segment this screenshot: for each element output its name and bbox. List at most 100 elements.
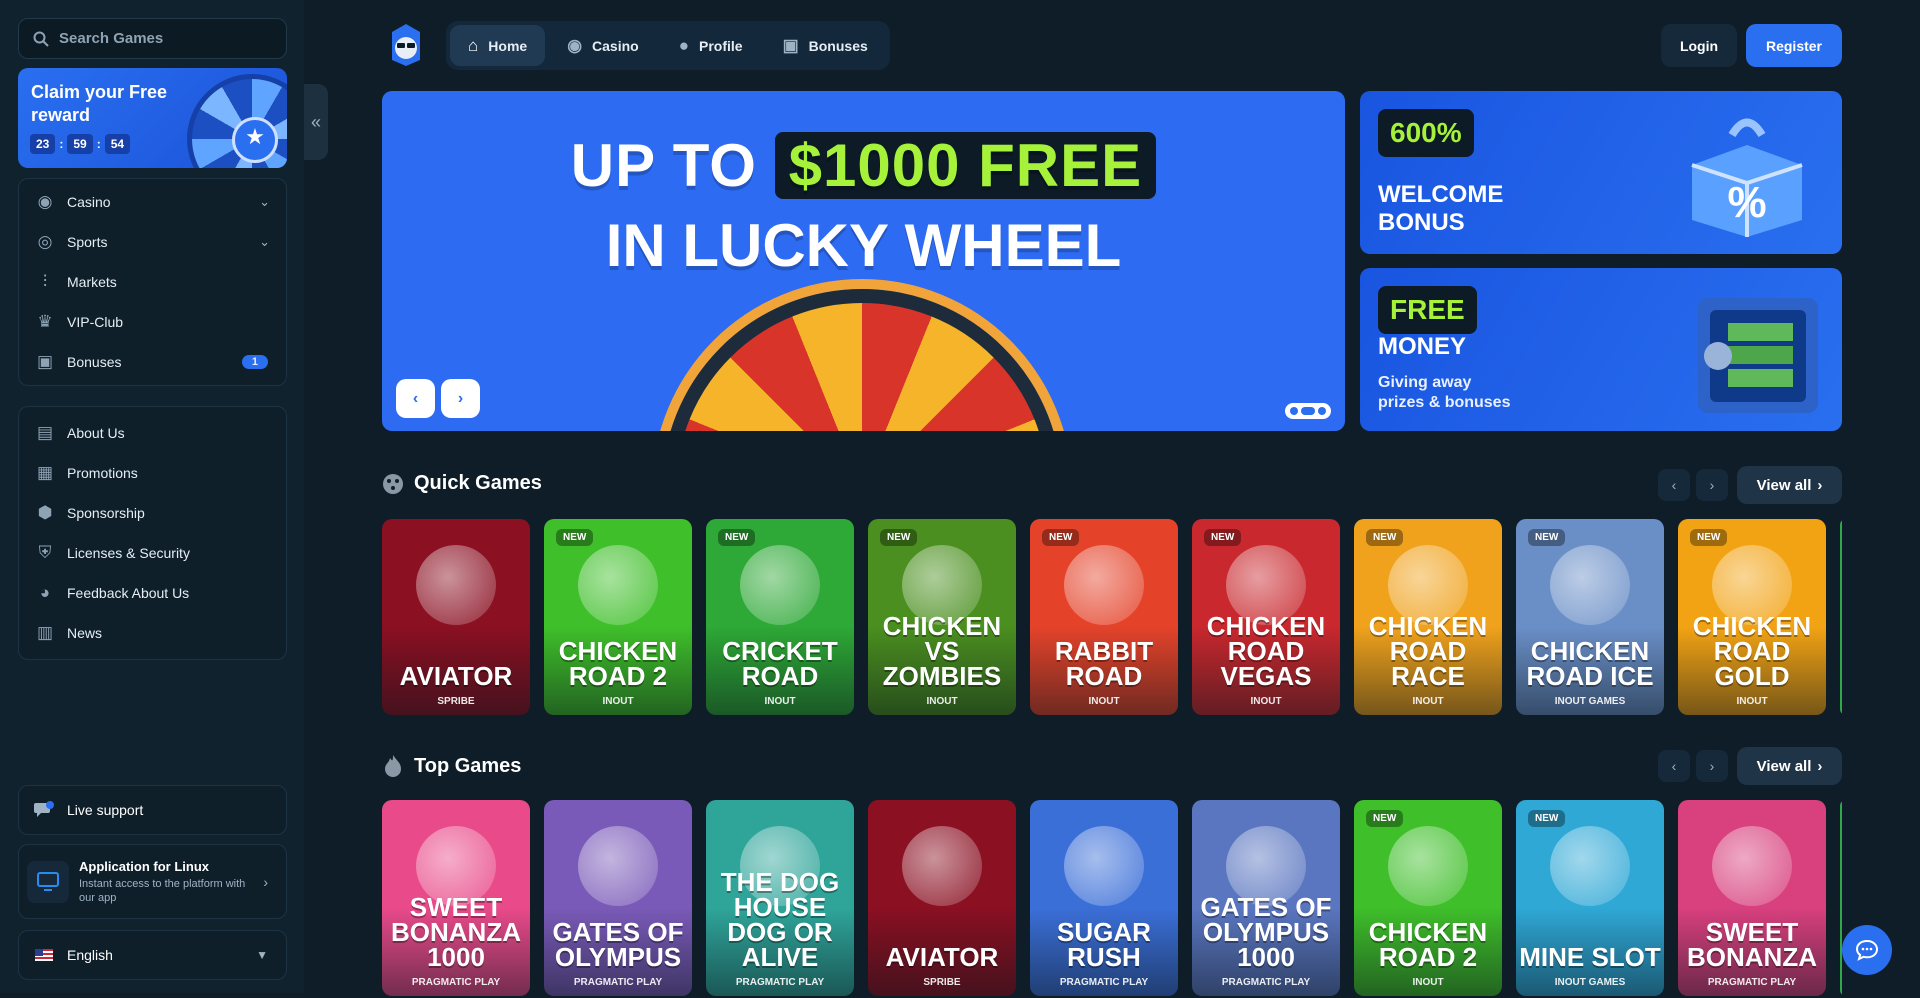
game-name: Chicken Road 2 (558, 636, 678, 691)
timer-minutes: 59 (67, 134, 93, 154)
gift-icon: ▣ (36, 352, 54, 371)
view-all-label: View all (1756, 476, 1812, 494)
gift-icon: ▣ (782, 35, 799, 55)
game-card[interactable]: Gates of Olympus PRAGMATIC PLAY (544, 800, 692, 996)
collapse-sidebar-button[interactable]: « (304, 84, 328, 160)
sidebar-item-markets[interactable]: ⫶ Markets (19, 262, 286, 302)
game-card[interactable]: Sweet Bonanza 1000 PRAGMATIC PLAY (382, 800, 530, 996)
game-card[interactable]: NEW Chicken Road 2 INOUT (1354, 800, 1502, 996)
free-reward-banner[interactable]: Claim your Free reward 23: 59: 54 (18, 68, 287, 168)
game-provider: INOUT (764, 696, 796, 707)
quick-games-prev-button[interactable]: ‹ (1658, 469, 1690, 501)
sidebar-item-licenses-security[interactable]: ⛨ Licenses & Security (19, 533, 286, 573)
quick-games-next-button[interactable]: › (1696, 469, 1728, 501)
carousel-dots[interactable] (1285, 403, 1331, 419)
app-subtitle: Instant access to the platform with our … (79, 877, 246, 904)
info-nav: ▤ About Us ▦ Promotions ⬢ Sponsorship ⛨ License… (18, 406, 287, 660)
game-provider: INOUT (1736, 696, 1768, 707)
game-card[interactable]: NEW Cricket Road INOUT (706, 519, 854, 715)
reward-title: Claim your Free reward (31, 82, 168, 125)
new-badge: NEW (1042, 529, 1080, 546)
game-card[interactable]: Gates of Olympus 1000 PRAGMATIC PLAY (1192, 800, 1340, 996)
game-card[interactable]: NEW Chicken Road Gold INOUT (1678, 519, 1826, 715)
game-name: Chicken Road Race (1368, 611, 1488, 691)
chevron-down-icon: ⌄ (259, 194, 270, 209)
medal-icon: ⬢ (37, 503, 53, 522)
game-card[interactable]: Sugar Rush PRAGMATIC PLAY (1030, 800, 1178, 996)
sidebar: Claim your Free reward 23: 59: 54 ◉ Casin… (0, 0, 304, 993)
sidebar-item-bonuses[interactable]: ▣ Bonuses 1 (19, 342, 286, 382)
sidebar-item-sponsorship[interactable]: ⬢ Sponsorship (19, 493, 286, 533)
sidebar-item-vip-club[interactable]: ♛ VIP-Club (19, 302, 286, 342)
game-name: Aviator (885, 942, 999, 972)
game-card[interactable]: NEW Chicken vs Zombies INOUT (868, 519, 1016, 715)
sidebar-item-label: Sports (67, 234, 108, 250)
game-card[interactable]: NEW Rabbit Road INOUT (1030, 519, 1178, 715)
game-card[interactable]: NEW Mine Slot INOUT GAMES (1516, 800, 1664, 996)
tab-casino[interactable]: ◉ Casino (549, 25, 657, 66)
top-games-view-all[interactable]: View all › (1737, 747, 1842, 785)
game-card[interactable]: The Dog House Dog or Alive PRAGMATIC PLAY (706, 800, 854, 996)
new-badge: NEW (1528, 810, 1566, 827)
hero-next-button[interactable]: › (441, 379, 480, 418)
hero-prefix: UP TO (570, 132, 757, 199)
hero-prev-button[interactable]: ‹ (396, 379, 435, 418)
game-name: Rabbit Road (1054, 636, 1154, 691)
game-card[interactable]: NEW Chicken Road Ice INOUT GAMES (1516, 519, 1664, 715)
game-name: Chicken Road 2 (1368, 917, 1488, 972)
tab-bonuses[interactable]: ▣ Bonuses (765, 25, 886, 66)
logo[interactable] (386, 22, 426, 68)
tab-home[interactable]: ⌂ Home (450, 25, 546, 66)
tab-label: Profile (699, 37, 743, 54)
game-card[interactable]: NEW Chicken Road Vegas INOUT (1192, 519, 1340, 715)
monitor-icon (27, 860, 69, 903)
new-badge: NEW (880, 529, 918, 546)
register-button[interactable]: Register (1746, 24, 1842, 67)
new-badge: NEW (1204, 529, 1242, 546)
support-chat-icon (34, 801, 54, 817)
sidebar-item-label: About Us (67, 425, 125, 441)
game-name: Chicken vs Zombies (882, 611, 1002, 691)
login-button[interactable]: Login (1661, 24, 1737, 67)
game-card[interactable]: Aviator SPRIBE (868, 800, 1016, 996)
candles-icon: ⫶ (42, 272, 48, 291)
chat-widget-button[interactable] (1842, 925, 1892, 975)
sidebar-item-feedback-about-us[interactable]: ◕ Feedback About Us (19, 573, 286, 613)
free-money-card[interactable]: FREE MONEY Giving away prizes & bonuses (1360, 268, 1842, 431)
top-games-prev-button[interactable]: ‹ (1658, 750, 1690, 782)
app-download-card[interactable]: Application for Linux Instant access to … (18, 844, 287, 919)
fortune-wheel-icon (187, 74, 287, 168)
next-card-peek (1840, 800, 1842, 996)
game-card[interactable]: NEW Chicken Road 2 INOUT (544, 519, 692, 715)
sidebar-item-sports[interactable]: ◎ Sports ⌄ (19, 222, 286, 262)
quick-games-view-all[interactable]: View all › (1737, 466, 1842, 504)
game-card[interactable]: NEW Chicken Road Race INOUT (1354, 519, 1502, 715)
promo-tag: 600% (1378, 109, 1474, 157)
promo-tag: FREE (1378, 286, 1477, 334)
language-label: English (67, 947, 113, 963)
sidebar-item-casino[interactable]: ◉ Casino ⌄ (19, 182, 286, 222)
game-card[interactable]: Sweet Bonanza PRAGMATIC PLAY (1678, 800, 1826, 996)
chevron-down-icon: ⌄ (259, 234, 270, 249)
search-box[interactable] (18, 18, 287, 59)
game-art-icon (1064, 545, 1144, 625)
shield-icon: ⛨ (38, 543, 52, 562)
language-selector[interactable]: English ▼ (18, 930, 287, 980)
game-card[interactable]: Aviator SPRIBE (382, 519, 530, 715)
sidebar-item-about-us[interactable]: ▤ About Us (19, 413, 286, 453)
lucky-wheel-image (662, 289, 1062, 431)
hero-banner[interactable]: UP TO $1000 FREE IN LUCKY WHEEL ‹ › (382, 91, 1345, 431)
game-art-icon (1388, 826, 1468, 906)
game-provider: INOUT (1412, 696, 1444, 707)
sidebar-item-label: Sponsorship (67, 505, 145, 521)
game-name: Sweet Bonanza 1000 (391, 892, 521, 972)
welcome-bonus-card[interactable]: 600% WELCOME BONUS % (1360, 91, 1842, 254)
new-badge: NEW (1366, 810, 1404, 827)
tab-profile[interactable]: ● Profile (661, 25, 761, 66)
sidebar-item-promotions[interactable]: ▦ Promotions (19, 453, 286, 493)
sidebar-item-news[interactable]: ▥ News (19, 613, 286, 653)
top-games-next-button[interactable]: › (1696, 750, 1728, 782)
gift-box-icon: % (1691, 118, 1803, 237)
search-input[interactable] (59, 30, 279, 47)
live-support-button[interactable]: Live support (18, 785, 287, 835)
